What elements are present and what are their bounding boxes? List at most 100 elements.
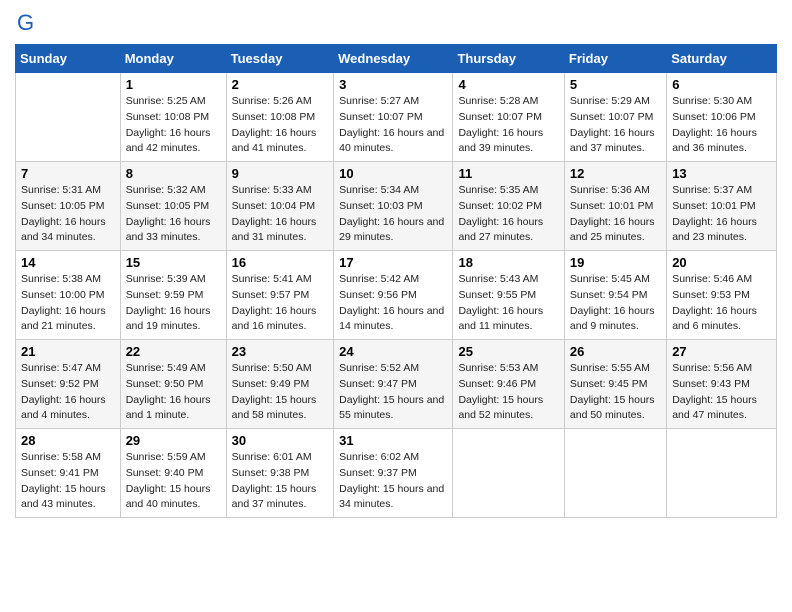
- day-info: Sunrise: 5:58 AMSunset: 9:41 PMDaylight:…: [21, 451, 106, 510]
- calendar-cell: [16, 73, 121, 162]
- calendar-cell: 22 Sunrise: 5:49 AMSunset: 9:50 PMDaylig…: [120, 340, 226, 429]
- weekday-header: Sunday: [16, 45, 121, 73]
- calendar-cell: 20 Sunrise: 5:46 AMSunset: 9:53 PMDaylig…: [667, 251, 777, 340]
- logo-icon: G: [15, 10, 43, 38]
- calendar-cell: 5 Sunrise: 5:29 AMSunset: 10:07 PMDaylig…: [564, 73, 666, 162]
- day-info: Sunrise: 5:25 AMSunset: 10:08 PMDaylight…: [126, 95, 211, 154]
- calendar-cell: 31 Sunrise: 6:02 AMSunset: 9:37 PMDaylig…: [334, 429, 453, 518]
- day-number: 7: [21, 166, 115, 181]
- day-number: 22: [126, 344, 221, 359]
- day-number: 11: [458, 166, 558, 181]
- calendar-cell: [564, 429, 666, 518]
- day-info: Sunrise: 5:49 AMSunset: 9:50 PMDaylight:…: [126, 362, 211, 421]
- day-number: 12: [570, 166, 661, 181]
- page-header: G: [15, 10, 777, 38]
- day-info: Sunrise: 5:30 AMSunset: 10:06 PMDaylight…: [672, 95, 757, 154]
- day-info: Sunrise: 5:46 AMSunset: 9:53 PMDaylight:…: [672, 273, 757, 332]
- day-info: Sunrise: 5:35 AMSunset: 10:02 PMDaylight…: [458, 184, 543, 243]
- day-number: 13: [672, 166, 771, 181]
- calendar-cell: [667, 429, 777, 518]
- day-info: Sunrise: 5:29 AMSunset: 10:07 PMDaylight…: [570, 95, 655, 154]
- day-info: Sunrise: 5:38 AMSunset: 10:00 PMDaylight…: [21, 273, 106, 332]
- day-number: 26: [570, 344, 661, 359]
- svg-text:G: G: [17, 10, 34, 35]
- calendar-cell: 25 Sunrise: 5:53 AMSunset: 9:46 PMDaylig…: [453, 340, 564, 429]
- day-info: Sunrise: 5:50 AMSunset: 9:49 PMDaylight:…: [232, 362, 317, 421]
- calendar-cell: 16 Sunrise: 5:41 AMSunset: 9:57 PMDaylig…: [226, 251, 334, 340]
- calendar-cell: 21 Sunrise: 5:47 AMSunset: 9:52 PMDaylig…: [16, 340, 121, 429]
- calendar-cell: 23 Sunrise: 5:50 AMSunset: 9:49 PMDaylig…: [226, 340, 334, 429]
- day-info: Sunrise: 5:39 AMSunset: 9:59 PMDaylight:…: [126, 273, 211, 332]
- day-number: 19: [570, 255, 661, 270]
- day-number: 27: [672, 344, 771, 359]
- day-number: 3: [339, 77, 447, 92]
- calendar-cell: 7 Sunrise: 5:31 AMSunset: 10:05 PMDaylig…: [16, 162, 121, 251]
- calendar-cell: 3 Sunrise: 5:27 AMSunset: 10:07 PMDaylig…: [334, 73, 453, 162]
- calendar-cell: 30 Sunrise: 6:01 AMSunset: 9:38 PMDaylig…: [226, 429, 334, 518]
- day-number: 29: [126, 433, 221, 448]
- day-number: 14: [21, 255, 115, 270]
- day-info: Sunrise: 5:43 AMSunset: 9:55 PMDaylight:…: [458, 273, 543, 332]
- calendar-cell: 9 Sunrise: 5:33 AMSunset: 10:04 PMDaylig…: [226, 162, 334, 251]
- weekday-header: Wednesday: [334, 45, 453, 73]
- day-info: Sunrise: 5:28 AMSunset: 10:07 PMDaylight…: [458, 95, 543, 154]
- day-number: 28: [21, 433, 115, 448]
- calendar-cell: 1 Sunrise: 5:25 AMSunset: 10:08 PMDaylig…: [120, 73, 226, 162]
- calendar-cell: 19 Sunrise: 5:45 AMSunset: 9:54 PMDaylig…: [564, 251, 666, 340]
- day-number: 21: [21, 344, 115, 359]
- calendar-cell: 29 Sunrise: 5:59 AMSunset: 9:40 PMDaylig…: [120, 429, 226, 518]
- day-info: Sunrise: 5:55 AMSunset: 9:45 PMDaylight:…: [570, 362, 655, 421]
- calendar-cell: 2 Sunrise: 5:26 AMSunset: 10:08 PMDaylig…: [226, 73, 334, 162]
- day-info: Sunrise: 5:56 AMSunset: 9:43 PMDaylight:…: [672, 362, 757, 421]
- day-info: Sunrise: 5:45 AMSunset: 9:54 PMDaylight:…: [570, 273, 655, 332]
- calendar-cell: 11 Sunrise: 5:35 AMSunset: 10:02 PMDayli…: [453, 162, 564, 251]
- day-number: 6: [672, 77, 771, 92]
- day-info: Sunrise: 5:37 AMSunset: 10:01 PMDaylight…: [672, 184, 757, 243]
- day-info: Sunrise: 5:47 AMSunset: 9:52 PMDaylight:…: [21, 362, 106, 421]
- day-info: Sunrise: 5:41 AMSunset: 9:57 PMDaylight:…: [232, 273, 317, 332]
- calendar-cell: 4 Sunrise: 5:28 AMSunset: 10:07 PMDaylig…: [453, 73, 564, 162]
- calendar-cell: 10 Sunrise: 5:34 AMSunset: 10:03 PMDayli…: [334, 162, 453, 251]
- day-info: Sunrise: 6:02 AMSunset: 9:37 PMDaylight:…: [339, 451, 444, 510]
- day-number: 10: [339, 166, 447, 181]
- calendar-week-row: 28 Sunrise: 5:58 AMSunset: 9:41 PMDaylig…: [16, 429, 777, 518]
- calendar-table: SundayMondayTuesdayWednesdayThursdayFrid…: [15, 44, 777, 518]
- calendar-cell: 15 Sunrise: 5:39 AMSunset: 9:59 PMDaylig…: [120, 251, 226, 340]
- day-info: Sunrise: 5:31 AMSunset: 10:05 PMDaylight…: [21, 184, 106, 243]
- calendar-cell: 13 Sunrise: 5:37 AMSunset: 10:01 PMDayli…: [667, 162, 777, 251]
- weekday-header: Monday: [120, 45, 226, 73]
- day-number: 16: [232, 255, 329, 270]
- day-info: Sunrise: 5:27 AMSunset: 10:07 PMDaylight…: [339, 95, 444, 154]
- day-number: 30: [232, 433, 329, 448]
- weekday-header: Thursday: [453, 45, 564, 73]
- day-info: Sunrise: 5:32 AMSunset: 10:05 PMDaylight…: [126, 184, 211, 243]
- day-number: 2: [232, 77, 329, 92]
- day-number: 20: [672, 255, 771, 270]
- day-info: Sunrise: 5:26 AMSunset: 10:08 PMDaylight…: [232, 95, 317, 154]
- day-number: 5: [570, 77, 661, 92]
- calendar-cell: 24 Sunrise: 5:52 AMSunset: 9:47 PMDaylig…: [334, 340, 453, 429]
- day-info: Sunrise: 5:52 AMSunset: 9:47 PMDaylight:…: [339, 362, 444, 421]
- day-info: Sunrise: 5:53 AMSunset: 9:46 PMDaylight:…: [458, 362, 543, 421]
- day-info: Sunrise: 5:36 AMSunset: 10:01 PMDaylight…: [570, 184, 655, 243]
- weekday-header-row: SundayMondayTuesdayWednesdayThursdayFrid…: [16, 45, 777, 73]
- calendar-cell: 17 Sunrise: 5:42 AMSunset: 9:56 PMDaylig…: [334, 251, 453, 340]
- day-number: 24: [339, 344, 447, 359]
- day-number: 1: [126, 77, 221, 92]
- calendar-cell: 8 Sunrise: 5:32 AMSunset: 10:05 PMDaylig…: [120, 162, 226, 251]
- day-number: 17: [339, 255, 447, 270]
- day-info: Sunrise: 5:59 AMSunset: 9:40 PMDaylight:…: [126, 451, 211, 510]
- calendar-week-row: 21 Sunrise: 5:47 AMSunset: 9:52 PMDaylig…: [16, 340, 777, 429]
- day-number: 4: [458, 77, 558, 92]
- day-number: 9: [232, 166, 329, 181]
- day-number: 23: [232, 344, 329, 359]
- day-info: Sunrise: 5:33 AMSunset: 10:04 PMDaylight…: [232, 184, 317, 243]
- calendar-week-row: 7 Sunrise: 5:31 AMSunset: 10:05 PMDaylig…: [16, 162, 777, 251]
- calendar-cell: 6 Sunrise: 5:30 AMSunset: 10:06 PMDaylig…: [667, 73, 777, 162]
- logo: G: [15, 10, 47, 38]
- calendar-week-row: 1 Sunrise: 5:25 AMSunset: 10:08 PMDaylig…: [16, 73, 777, 162]
- day-number: 31: [339, 433, 447, 448]
- calendar-cell: 28 Sunrise: 5:58 AMSunset: 9:41 PMDaylig…: [16, 429, 121, 518]
- calendar-cell: 27 Sunrise: 5:56 AMSunset: 9:43 PMDaylig…: [667, 340, 777, 429]
- day-number: 18: [458, 255, 558, 270]
